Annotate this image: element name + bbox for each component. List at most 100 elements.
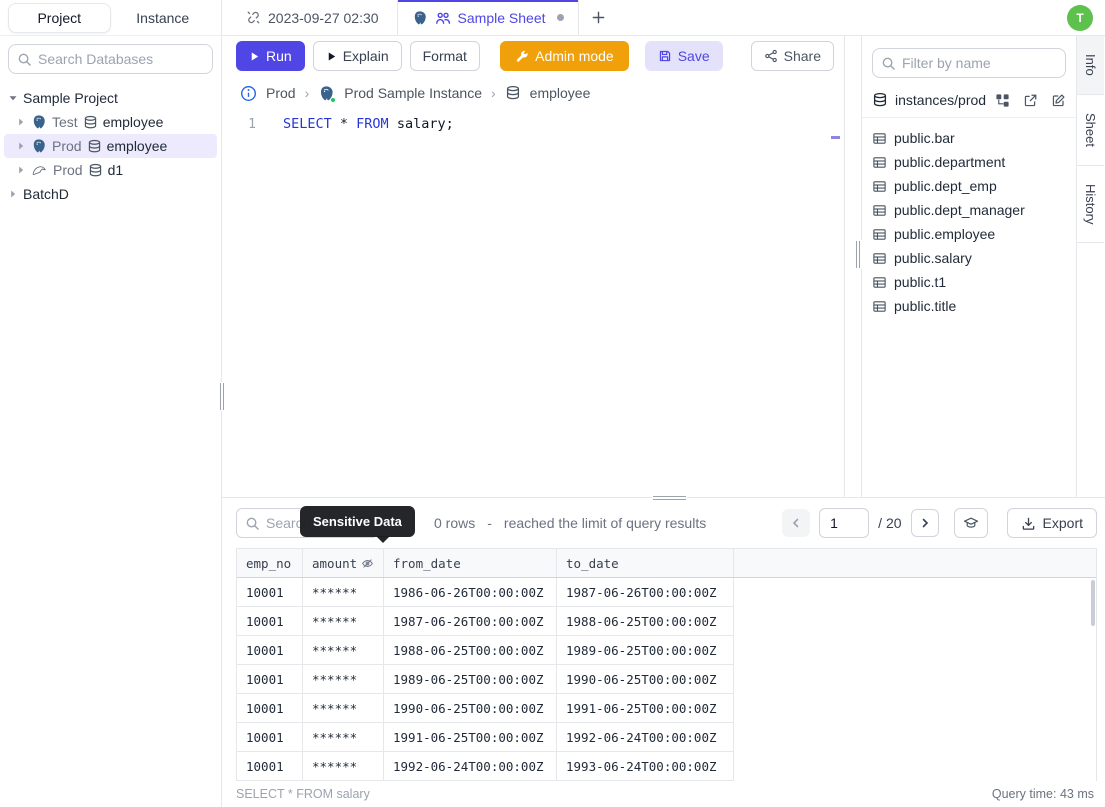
table-scrollbar[interactable]: [1091, 580, 1095, 626]
table-list-item[interactable]: public.department: [872, 150, 1066, 174]
query-time: Query time: 43 ms: [991, 787, 1094, 801]
database-icon: [873, 92, 887, 107]
share-icon: [764, 49, 777, 63]
column-header[interactable]: from_date: [384, 549, 557, 577]
database-icon: [506, 85, 519, 100]
breadcrumb-database[interactable]: employee: [530, 85, 591, 101]
chevron-right-icon: ›: [491, 85, 496, 101]
table-icon: [873, 156, 886, 168]
table-row[interactable]: 10001 ****** 1988-06-25T00:00:00Z 1989-06-2…: [237, 636, 734, 665]
table-icon: [873, 204, 886, 216]
tab-project[interactable]: Project: [8, 2, 111, 33]
database-icon: [84, 115, 96, 128]
save-button[interactable]: Save: [644, 41, 723, 71]
format-button[interactable]: Format: [409, 41, 480, 71]
info-icon[interactable]: [240, 85, 257, 102]
tree-item-prod-d1[interactable]: Prod d1: [4, 158, 217, 182]
save-icon: [659, 50, 670, 62]
table-row[interactable]: 10001 ****** 1990-06-25T00:00:00Z 1991-06-2…: [237, 694, 734, 723]
sql-editor[interactable]: 1 SELECT * FROM salary;: [228, 110, 844, 497]
table-list-item[interactable]: public.dept_manager: [872, 198, 1066, 222]
table-list-item[interactable]: public.salary: [872, 246, 1066, 270]
export-button[interactable]: Export: [1006, 508, 1097, 538]
breadcrumb-instance[interactable]: Prod Sample Instance: [344, 85, 482, 101]
edit-icon[interactable]: [1051, 93, 1066, 108]
editor-toolbar: Run Explain Format Admin mode Save Share: [228, 36, 844, 76]
eye-off-icon[interactable]: [361, 557, 374, 570]
left-sidebar: Project Instance Sample Project Test emp…: [0, 0, 222, 807]
schema-panel: instances/prod public.bar public.departm…: [861, 36, 1076, 497]
status-dot: [330, 96, 337, 103]
caret-right-icon: [19, 142, 24, 150]
plus-icon: [592, 11, 604, 24]
results-table: emp_no amount from_date to_date 10001 ***…: [236, 548, 1097, 781]
minimap-mark: [831, 136, 840, 139]
right-panel-resize-handle[interactable]: [854, 240, 862, 269]
side-tab-history[interactable]: History: [1077, 166, 1104, 244]
table-filter-input[interactable]: [902, 55, 1057, 71]
database-tree: Sample Project Test employee Prod employ…: [0, 82, 221, 210]
column-header-filler: [734, 549, 1096, 577]
instance-env-label: Prod: [52, 138, 82, 154]
project-label: Sample Project: [23, 90, 118, 106]
pagination: / 20 Export: [782, 508, 1097, 538]
share-button[interactable]: Share: [750, 41, 834, 71]
page-number-input[interactable]: [819, 508, 870, 538]
table-list-item[interactable]: public.bar: [872, 126, 1066, 150]
table-row[interactable]: 10001 ****** 1989-06-25T00:00:00Z 1990-06-2…: [237, 665, 734, 694]
new-tab-button[interactable]: [579, 0, 618, 35]
connection-label: instances/prod: [895, 92, 987, 108]
side-tab-info[interactable]: Info: [1077, 36, 1104, 95]
left-panel-resize-handle[interactable]: [218, 382, 226, 411]
play-icon: [328, 51, 335, 61]
table-list-item[interactable]: public.t1: [872, 270, 1066, 294]
table-list-item[interactable]: public.title: [872, 294, 1066, 318]
table-row[interactable]: 10001 ****** 1992-06-24T00:00:00Z 1993-06-2…: [237, 752, 734, 781]
instance-env-label: Prod: [53, 162, 83, 178]
column-header-masked[interactable]: amount: [303, 549, 384, 577]
avatar[interactable]: T: [1067, 5, 1093, 31]
table-list-item[interactable]: public.dept_emp: [872, 174, 1066, 198]
table-row[interactable]: 10001 ****** 1987-06-26T00:00:00Z 1988-06-2…: [237, 607, 734, 636]
column-header[interactable]: to_date: [557, 549, 734, 577]
prev-page-button[interactable]: [782, 509, 811, 537]
sheet-tab-sample-sheet[interactable]: Sample Sheet: [397, 0, 579, 35]
download-icon: [1022, 517, 1034, 530]
tree-item-prod-employee[interactable]: Prod employee: [4, 134, 217, 158]
tree-item-test-employee[interactable]: Test employee: [4, 110, 217, 134]
tab-instance[interactable]: Instance: [113, 3, 214, 33]
executed-statement: SELECT * FROM salary: [236, 787, 370, 801]
sheet-tab-timestamp[interactable]: 2023-09-27 02:30: [228, 0, 398, 35]
breadcrumb-environment[interactable]: Prod: [266, 85, 296, 101]
page-total: / 20: [878, 515, 902, 531]
table-row[interactable]: 10001 ****** 1991-06-25T00:00:00Z 1992-06-2…: [237, 723, 734, 752]
database-search-input[interactable]: [38, 51, 204, 67]
table-filter[interactable]: [872, 48, 1066, 78]
search-icon: [18, 53, 31, 66]
results-panel: 0 rows - reached the limit of query resu…: [222, 494, 1105, 807]
next-page-button[interactable]: [910, 509, 939, 537]
sheet-tabbar: 2023-09-27 02:30 Sample Sheet T: [222, 0, 1105, 36]
wrench-icon: [516, 50, 528, 62]
explain-button[interactable]: Explain: [312, 41, 402, 71]
sql-code: SELECT * FROM salary;: [283, 116, 454, 132]
table-icon: [873, 228, 886, 240]
tree-item-batchd[interactable]: BatchD: [4, 182, 217, 206]
main-area: 2023-09-27 02:30 Sample Sheet T Run Expl…: [222, 0, 1105, 807]
results-info: 0 rows - reached the limit of query resu…: [434, 515, 706, 531]
table-row[interactable]: 10001 ****** 1986-06-26T00:00:00Z 1987-06-2…: [237, 578, 734, 607]
masking-settings-button[interactable]: [953, 508, 988, 538]
schema-diagram-icon[interactable]: [995, 93, 1010, 108]
table-list-item[interactable]: public.employee: [872, 222, 1066, 246]
admin-mode-button[interactable]: Admin mode: [500, 41, 629, 71]
postgresql-icon: [33, 139, 45, 153]
external-link-icon[interactable]: [1023, 93, 1038, 108]
horizontal-resize-handle[interactable]: [652, 494, 687, 502]
column-header[interactable]: emp_no: [237, 549, 303, 577]
play-icon: [251, 51, 259, 61]
run-button[interactable]: Run: [236, 41, 305, 71]
postgresql-icon: [414, 10, 426, 24]
side-tab-sheet[interactable]: Sheet: [1077, 95, 1104, 166]
database-search[interactable]: [8, 44, 213, 74]
tree-item-sample-project[interactable]: Sample Project: [4, 86, 217, 110]
